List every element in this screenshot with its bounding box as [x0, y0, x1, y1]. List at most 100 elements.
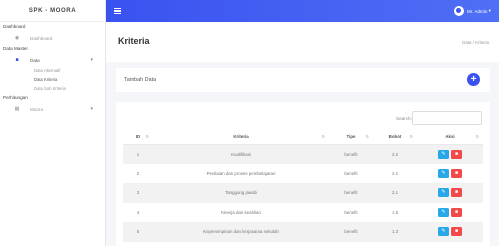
- user-name: Mr. Admin: [466, 8, 488, 14]
- sidebar-subitem-data-sub-kriteria[interactable]: Data Sub Kriteria: [0, 84, 105, 93]
- table-row: 3 Tanggung jawab benefit 2.1 ✎ ■: [123, 183, 483, 203]
- cell-bobot: 1.5: [391, 209, 399, 215]
- edit-button[interactable]: ✎: [438, 188, 449, 198]
- sort-icon: ⇅: [145, 134, 149, 139]
- edit-icon: ✎: [441, 150, 446, 157]
- delete-button[interactable]: ■: [451, 227, 462, 237]
- sidebar-item-moora[interactable]: ▦ Moora ▾: [0, 103, 105, 115]
- table-row: 4 Kinerja dan keahlian benefit 1.5 ✎ ■: [123, 203, 483, 223]
- trash-icon: ■: [454, 150, 459, 157]
- sort-icon: ⇅: [365, 134, 369, 139]
- cell-bobot: 2.2: [373, 144, 417, 164]
- trash-icon: ■: [454, 208, 459, 215]
- cell-aksi: ✎ ■: [417, 183, 483, 203]
- table-row: 5 Kepemimpinan dan kerjasama sekolah ben…: [123, 222, 483, 242]
- sidebar-subitem-data-alternatif[interactable]: Data Alternatif: [0, 66, 105, 75]
- col-aksi[interactable]: Aksi ⇅: [417, 130, 483, 145]
- kriteria-table: ID ⇅ Kriteria ⇅ Tipe ⇅ Bobot ⇅ Aksi ⇅ 1 Kuali…: [123, 130, 483, 242]
- delete-button[interactable]: ■: [451, 168, 462, 178]
- add-data-button[interactable]: +: [467, 73, 480, 86]
- cell-id: 4: [136, 209, 140, 215]
- sidebar-item-label: Data: [30, 57, 40, 63]
- sidebar-item-dashboard[interactable]: ◉ Dashboard: [0, 32, 105, 44]
- col-id-label: ID: [135, 134, 141, 140]
- sidebar-heading-perhitungan: Perhitungan: [3, 95, 28, 100]
- col-tipe[interactable]: Tipe ⇅: [329, 130, 373, 145]
- topbar: Mr. Admin ▾: [106, 0, 499, 22]
- sort-icon: ⇅: [409, 134, 413, 139]
- cell-kriteria: Tanggung jawab: [153, 183, 329, 203]
- delete-button[interactable]: ■: [451, 207, 462, 217]
- trash-icon: ■: [454, 169, 459, 176]
- dashboard-icon: ◉: [14, 35, 20, 41]
- sidebar-heading-dashboard: Dashboard: [3, 24, 26, 29]
- page-title: Kriteria: [118, 36, 150, 46]
- folder-icon: ■: [15, 57, 19, 63]
- cell-tipe: benefit: [344, 209, 358, 215]
- cell-kriteria: Penilaian dan proses pembelajaran: [206, 170, 276, 176]
- edit-icon: ✎: [441, 208, 446, 215]
- delete-button[interactable]: ■: [451, 149, 462, 159]
- page-header: Kriteria Data / Kriteria: [106, 22, 499, 62]
- calculator-icon: ▦: [14, 106, 20, 112]
- sort-icon: ⇅: [475, 134, 479, 139]
- cell-aksi: ✎ ■: [417, 222, 483, 242]
- sort-icon: ⇅: [321, 134, 325, 139]
- chevron-down-icon: ▾: [90, 57, 93, 63]
- cell-kriteria: Kinerja dan keahlian: [221, 209, 261, 215]
- cell-tipe: benefit: [329, 183, 373, 203]
- delete-button[interactable]: ■: [451, 188, 462, 198]
- breadcrumb[interactable]: Data / Kriteria: [462, 40, 489, 45]
- edit-icon: ✎: [441, 228, 446, 235]
- cell-aksi: ✎ ■: [417, 164, 483, 184]
- hamburger-icon[interactable]: [114, 8, 121, 14]
- cell-tipe: benefit: [329, 222, 373, 242]
- cell-bobot: 2.1: [373, 183, 417, 203]
- cell-bobot: 1.3: [373, 222, 417, 242]
- cell-kriteria: Kepemimpinan dan kerjasama sekolah: [153, 222, 329, 242]
- edit-icon: ✎: [441, 189, 446, 196]
- sidebar-heading-data-master: Data Master: [3, 46, 29, 51]
- cell-id: 3: [123, 183, 153, 203]
- table-row: 2 Penilaian dan proses pembelajaran bene…: [123, 164, 483, 184]
- user-menu[interactable]: Mr. Admin ▾: [453, 6, 491, 16]
- cell-kriteria: Kualifikasi: [153, 144, 329, 164]
- cell-tipe: benefit: [329, 144, 373, 164]
- sidebar-item-label: Dashboard: [30, 35, 53, 41]
- cell-aksi: ✎ ■: [417, 144, 483, 164]
- cell-id: 2: [136, 170, 140, 176]
- table-card: Search: ID ⇅ Kriteria ⇅ Tipe ⇅ Bobot ⇅ Aksi ⇅…: [116, 102, 490, 246]
- edit-button[interactable]: ✎: [438, 149, 449, 159]
- edit-icon: ✎: [441, 169, 446, 176]
- chevron-down-icon: ▾: [487, 8, 491, 13]
- search-label: Search:: [396, 116, 412, 121]
- chevron-down-icon: ▾: [90, 106, 93, 112]
- brand-logo[interactable]: SPK - MOORA: [0, 0, 105, 22]
- sidebar-item-data[interactable]: ■ Data ▾: [0, 54, 105, 66]
- col-id[interactable]: ID ⇅: [123, 130, 153, 145]
- edit-button[interactable]: ✎: [438, 207, 449, 217]
- cell-tipe: benefit: [344, 170, 358, 176]
- col-aksi-label: Aksi: [445, 134, 455, 140]
- col-kriteria[interactable]: Kriteria ⇅: [153, 130, 329, 145]
- trash-icon: ■: [454, 228, 459, 235]
- sidebar-item-label: Moora: [30, 106, 44, 112]
- col-bobot-label: Bobot: [388, 134, 402, 140]
- cell-aksi: ✎ ■: [417, 203, 483, 223]
- edit-button[interactable]: ✎: [438, 227, 449, 237]
- cell-id: 1: [123, 144, 153, 164]
- col-kriteria-label: Kriteria: [233, 134, 249, 140]
- edit-button[interactable]: ✎: [438, 168, 449, 178]
- search-input[interactable]: [412, 111, 482, 125]
- col-tipe-label: Tipe: [346, 134, 356, 140]
- col-bobot[interactable]: Bobot ⇅: [373, 130, 417, 145]
- cell-bobot: 2.1: [391, 170, 399, 176]
- user-avatar-icon: [453, 6, 464, 16]
- add-data-card: Tambah Data +: [116, 68, 490, 92]
- table-header-row: ID ⇅ Kriteria ⇅ Tipe ⇅ Bobot ⇅ Aksi ⇅: [123, 130, 483, 145]
- trash-icon: ■: [454, 189, 459, 196]
- sidebar: SPK - MOORA Dashboard ◉ Dashboard Data M…: [0, 0, 106, 246]
- add-data-label: Tambah Data: [124, 77, 157, 83]
- table-row: 1 Kualifikasi benefit 2.2 ✎ ■: [123, 144, 483, 164]
- sidebar-subitem-data-kriteria[interactable]: Data Kriteria: [0, 75, 105, 84]
